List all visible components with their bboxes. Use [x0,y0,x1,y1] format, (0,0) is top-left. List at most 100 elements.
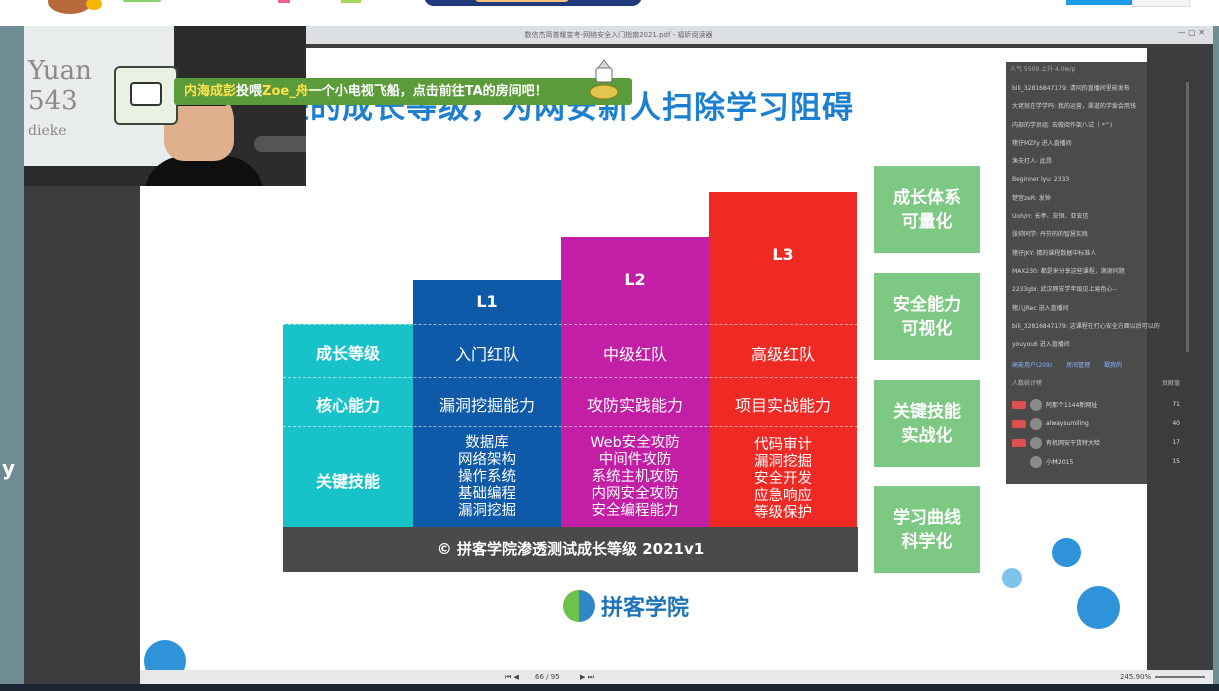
rank-l1: 入门红队 [454,345,519,364]
avatar [1030,455,1042,468]
rank-name: alwaysumiling [1046,420,1089,427]
os-taskbar [0,684,1219,691]
chat-scrollbar[interactable] [1186,82,1189,352]
tab-room-admin[interactable]: 房间管理 [1066,362,1090,369]
skill-item: 网络架构 [458,452,516,468]
rank-name: 小林2015 [1046,459,1074,466]
skill-item: 代码审计 [754,437,812,453]
rank-header-label: 人数统计榜 [1012,380,1043,387]
rank-row[interactable]: 有机网安干货特大哈 17 [1012,433,1186,452]
page-nav-last-icon[interactable]: ▶ ⏭ [580,670,594,684]
ability-l2: 攻防实践能力 [586,396,683,415]
chat-header: 人气 5509 上升 4.0w/p [1010,66,1076,73]
gift-banner[interactable]: 内海成彭投喂Zoe_舟一个小电视飞船，点击前往TA的房间吧！ [174,78,632,105]
row-divider [283,426,858,427]
badge-icon [1012,400,1026,409]
rank-row[interactable]: 阿那个1144新网址 71 [1012,395,1186,414]
chat-message: 2233gbi: 武汉网安学年级见上易色心-- [1012,286,1117,294]
rank-row[interactable]: 小林2015 15 [1012,452,1186,471]
background-glyph: y [2,456,16,480]
tv-ship-icon [589,59,619,100]
level-title-l3: L3 [772,245,794,264]
skill-item: 中间件攻防 [598,452,672,468]
ability-l3: 项目实战能力 [734,396,831,415]
robot-face [130,82,162,106]
chat-message: Beginner lyu: 2333 [1012,176,1070,184]
search-input[interactable] [475,0,569,2]
robot-mascot-icon [114,66,178,125]
decor-dot [1052,538,1081,567]
chat-message: 内部的学员组: 去做阅作架八试（ *^) [1012,121,1113,129]
skill-item: 应急响应 [754,488,812,504]
side-box-line: 可量化 [901,211,953,232]
chat-message: 楚宫zeR: 发钟 [1012,194,1051,202]
zoom-level[interactable]: 245.90% [1120,670,1151,684]
skill-item: 漏洞挖掘 [458,503,516,519]
avatar [1030,417,1042,430]
zoom-slider[interactable] [1155,676,1205,678]
stream-background-left: y [0,26,24,691]
gift-action: 投喂 [236,84,263,99]
avatar [1030,398,1042,411]
chat-tabs: 高能用户(209) 房间管理 戳我的 [1012,360,1186,369]
rank-name: 有机网安干货特大哈 [1046,440,1101,447]
follow-button[interactable] [1066,0,1132,5]
chat-message: 猪仔MZFy 进入直播间 [1012,139,1072,147]
tab-mine[interactable]: 戳我的 [1104,362,1122,369]
skill-item: 操作系统 [458,469,516,485]
page-indicator[interactable]: 66 / 95 [535,670,560,684]
side-box-line: 学习曲线 [893,507,961,528]
chat-message: 渔夫打人: 此昂 [1012,158,1052,166]
row-label-level: 成长等级 [315,344,380,363]
level-badge-icon [86,0,102,10]
rank-header-right: 贡献值 [1161,380,1180,387]
level-title-l2: L2 [624,270,646,289]
chat-message: Uoh/rr: 长亭、安恒、亚安信 [1012,213,1089,221]
brand-logo: 拼客学院 [563,588,689,624]
pdf-status-bar: ⏮ ◀ 66 / 95 ▶ ⏭ 245.90% [140,670,1213,684]
top-nav-bar [0,0,1219,26]
microphone-icon [254,136,306,152]
skill-item: 基础编程 [458,486,516,502]
badge-icon [1012,419,1026,428]
window-controls[interactable]: — ▢ ✕ [1178,28,1205,37]
side-box-1: 成长体系 可量化 [874,166,980,253]
chat-message: 大佬就在学学吗: 我的运营，渠道的学爱会用钱 [1012,103,1136,111]
skills-l2: Web安全攻防 中间件攻防 系统主机攻防 内网安全攻防 安全编程能力 [561,435,709,520]
skills-l1: 数据库 网络架构 操作系统 基础编程 漏洞挖掘 [413,435,561,520]
skill-item: 系统主机攻防 [591,469,679,485]
nav-chip[interactable] [123,0,161,2]
skill-item: 安全开发 [754,471,812,487]
row-label-skills: 关键技能 [315,472,380,491]
side-box-line: 实战化 [901,425,953,446]
side-box-4: 学习曲线 科学化 [874,486,980,573]
rank-list: 阿那个1144新网址 71 alwaysumiling 40 有机网安干货特大哈 17… [1012,395,1186,471]
row-label-ability: 核心能力 [315,396,380,415]
gift-icon[interactable] [278,0,290,3]
slide-footer: © 拼客学院渗透测试成长等级 2021v1 [283,527,858,572]
skill-item: Web安全攻防 [590,435,680,451]
page-nav-first-icon[interactable]: ⏮ ◀ [505,670,519,684]
chat-message: youyou6 进入直播间 [1012,341,1070,349]
tab-high-energy[interactable]: 高能用户(209) [1012,362,1052,369]
ability-l1: 漏洞挖掘能力 [438,396,535,415]
rank-value: 40 [1172,420,1180,427]
rank-row[interactable]: alwaysumiling 40 [1012,414,1186,433]
chat-message: bili_32816847179: 请问的直播间里能发布 [1012,85,1130,92]
rank-value: 17 [1172,439,1180,446]
rank-value: 15 [1172,458,1180,465]
side-box-line: 科学化 [901,531,953,552]
rank-header: 人数统计榜 贡献值 [1012,378,1186,387]
share-button[interactable] [1132,0,1190,7]
row-divider [283,377,858,378]
side-box-line: 成长体系 [893,187,961,208]
game-icon[interactable] [341,0,361,3]
skills-l3: 代码审计 漏洞挖掘 安全开发 应急响应 等级保护 [709,437,857,522]
chat-message: MAX230: 都是来分享这些课程，谢谢问题 [1012,267,1125,275]
skill-item: 数据库 [465,435,509,451]
side-box-line: 可视化 [901,318,953,339]
avatar [1030,436,1042,449]
level-title-l1: L1 [476,292,498,311]
chat-message: bili_32816847179: 这课程在打心安全方面以后可以的 [1012,322,1160,330]
side-box-line: 安全能力 [893,294,961,315]
